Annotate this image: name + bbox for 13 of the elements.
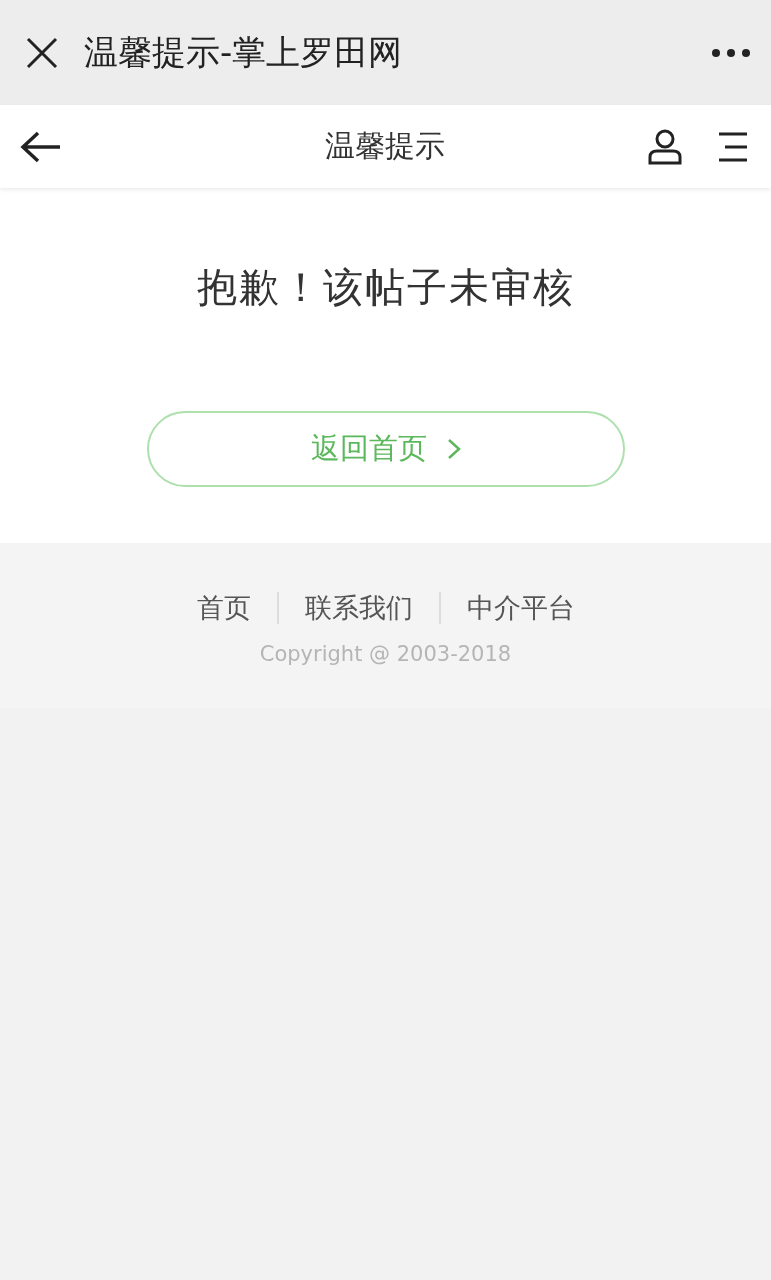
footer-link[interactable]: 联系我们 — [278, 590, 439, 626]
back-arrow-icon[interactable] — [20, 130, 62, 163]
menu-icon[interactable] — [717, 130, 749, 163]
copyright-text: Copyright @ 2003-2018 — [259, 642, 512, 666]
window-title: 温馨提示-掌上罗田网 — [84, 30, 404, 74]
more-icon[interactable] — [711, 47, 751, 58]
page-title: 温馨提示 — [323, 127, 446, 165]
user-icon[interactable] — [647, 128, 683, 165]
close-icon[interactable] — [26, 36, 58, 69]
notice-message: 抱歉！该帖子未审核 — [196, 263, 575, 312]
footer-link[interactable]: 首页 — [170, 590, 277, 626]
chevron-icon — [446, 438, 461, 460]
footer-link[interactable]: 中介平台 — [440, 590, 601, 626]
